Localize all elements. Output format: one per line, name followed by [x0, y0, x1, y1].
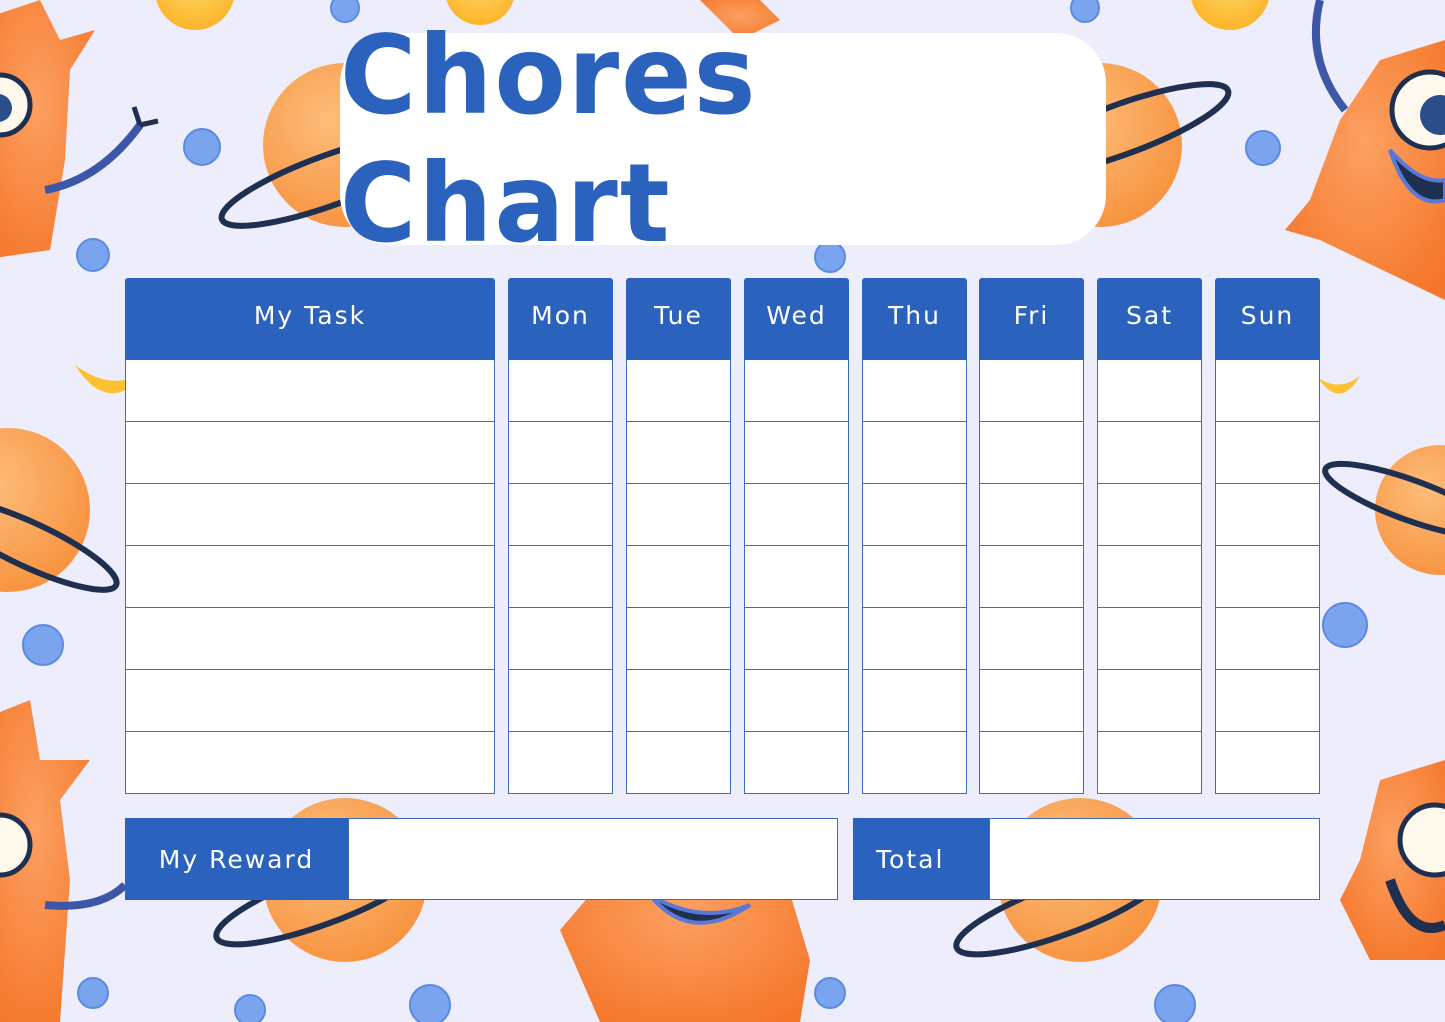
check-cell[interactable] — [1097, 732, 1202, 794]
day-header-sat: Sat — [1097, 278, 1202, 360]
task-column: My Task — [125, 278, 495, 794]
check-cell[interactable] — [1097, 608, 1202, 670]
check-cell[interactable] — [744, 670, 849, 732]
check-cell[interactable] — [744, 360, 849, 422]
check-cell[interactable] — [1215, 608, 1320, 670]
check-cell[interactable] — [979, 484, 1084, 546]
check-cell[interactable] — [1215, 360, 1320, 422]
day-column-wed: Wed — [744, 278, 849, 794]
day-header-sun: Sun — [1215, 278, 1320, 360]
check-cell[interactable] — [508, 422, 613, 484]
check-cell[interactable] — [1097, 484, 1202, 546]
day-header-thu: Thu — [862, 278, 967, 360]
day-header-mon: Mon — [508, 278, 613, 360]
check-cell[interactable] — [626, 546, 731, 608]
check-cell[interactable] — [744, 732, 849, 794]
day-header-fri: Fri — [979, 278, 1084, 360]
star-blob-icon — [1245, 130, 1281, 166]
check-cell[interactable] — [744, 484, 849, 546]
moon-icon — [1191, 0, 1269, 30]
check-cell[interactable] — [508, 608, 613, 670]
check-cell[interactable] — [862, 546, 967, 608]
page-title: Chores Chart — [340, 10, 758, 268]
reward-box: My Reward — [125, 818, 838, 900]
reward-field[interactable] — [348, 818, 838, 900]
task-cell[interactable] — [125, 670, 495, 732]
check-cell[interactable] — [862, 422, 967, 484]
check-cell[interactable] — [979, 670, 1084, 732]
star-blob-icon — [1154, 984, 1196, 1022]
moon-icon — [1318, 376, 1360, 394]
star-blob-icon — [234, 994, 266, 1022]
check-cell[interactable] — [862, 670, 967, 732]
check-cell[interactable] — [979, 360, 1084, 422]
check-cell[interactable] — [862, 732, 967, 794]
check-cell[interactable] — [862, 484, 967, 546]
check-cell[interactable] — [744, 422, 849, 484]
star-blob-icon — [183, 128, 221, 166]
task-cell[interactable] — [125, 484, 495, 546]
monster-icon — [1285, 0, 1445, 300]
check-cell[interactable] — [508, 360, 613, 422]
check-cell[interactable] — [626, 422, 731, 484]
check-cell[interactable] — [1097, 546, 1202, 608]
day-column-mon: Mon — [508, 278, 613, 794]
planet-icon — [1322, 445, 1445, 575]
task-cell[interactable] — [125, 422, 495, 484]
check-cell[interactable] — [1215, 670, 1320, 732]
task-column-header: My Task — [125, 278, 495, 360]
day-header-wed: Wed — [744, 278, 849, 360]
total-field[interactable] — [989, 818, 1320, 900]
day-column-fri: Fri — [979, 278, 1084, 794]
check-cell[interactable] — [626, 484, 731, 546]
day-column-tue: Tue — [626, 278, 731, 794]
planet-icon — [0, 428, 120, 593]
moon-icon — [156, 0, 234, 30]
check-cell[interactable] — [979, 422, 1084, 484]
reward-label: My Reward — [125, 818, 348, 900]
star-blob-icon — [409, 984, 451, 1022]
total-box: Total — [853, 818, 1320, 900]
task-cell[interactable] — [125, 546, 495, 608]
check-cell[interactable] — [862, 360, 967, 422]
check-cell[interactable] — [508, 732, 613, 794]
check-cell[interactable] — [744, 608, 849, 670]
task-cell[interactable] — [125, 732, 495, 794]
day-column-sun: Sun — [1215, 278, 1320, 794]
check-cell[interactable] — [626, 732, 731, 794]
monster-icon — [1340, 760, 1445, 960]
check-cell[interactable] — [979, 732, 1084, 794]
check-cell[interactable] — [508, 670, 613, 732]
check-cell[interactable] — [626, 360, 731, 422]
day-column-thu: Thu — [862, 278, 967, 794]
day-column-sat: Sat — [1097, 278, 1202, 794]
monster-icon — [0, 0, 159, 258]
check-cell[interactable] — [1097, 670, 1202, 732]
task-cell[interactable] — [125, 608, 495, 670]
star-blob-icon — [1322, 602, 1368, 648]
star-blob-icon — [814, 977, 846, 1009]
star-blob-icon — [76, 238, 110, 272]
check-cell[interactable] — [626, 670, 731, 732]
check-cell[interactable] — [862, 608, 967, 670]
star-blob-icon — [22, 624, 64, 666]
check-cell[interactable] — [979, 608, 1084, 670]
total-label: Total — [853, 818, 989, 900]
star-blob-icon — [77, 977, 109, 1009]
check-cell[interactable] — [979, 546, 1084, 608]
check-cell[interactable] — [508, 484, 613, 546]
check-cell[interactable] — [1215, 732, 1320, 794]
check-cell[interactable] — [1215, 422, 1320, 484]
check-cell[interactable] — [744, 546, 849, 608]
check-cell[interactable] — [1097, 360, 1202, 422]
check-cell[interactable] — [1215, 484, 1320, 546]
day-header-tue: Tue — [626, 278, 731, 360]
check-cell[interactable] — [1097, 422, 1202, 484]
check-cell[interactable] — [508, 546, 613, 608]
task-cell[interactable] — [125, 360, 495, 422]
check-cell[interactable] — [626, 608, 731, 670]
title-card: Chores Chart — [340, 11, 1106, 267]
monster-icon — [0, 700, 128, 1022]
check-cell[interactable] — [1215, 546, 1320, 608]
